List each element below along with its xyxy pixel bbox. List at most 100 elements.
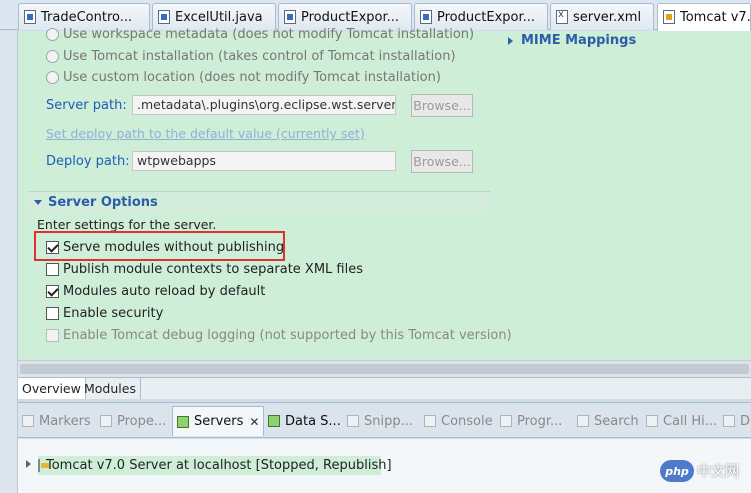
snippets-icon [347,415,359,427]
tab-label: Search [594,413,639,429]
editor-tab-label: ProductExpor... [301,9,400,25]
mime-mappings-section-header[interactable]: MIME Mappings [508,33,636,48]
deploy-path-browse-button[interactable]: Browse... [411,150,473,173]
java-file-icon [284,10,296,24]
tab-markers[interactable]: Markers [22,406,91,436]
java-file-icon [24,10,36,24]
editor-tab-server-xml[interactable]: server.xml [550,3,654,30]
collapse-arrow-icon [34,200,42,205]
horizontal-scrollbar[interactable] [18,360,751,377]
deploy-path-input[interactable]: wtpwebapps [132,151,396,171]
checkbox-label: Modules auto reload by default [63,284,266,299]
editor-tab-label: ExcelUtil.java [175,9,263,25]
deploy-path-label: Deploy path: [46,154,130,169]
java-file-icon [158,10,170,24]
tab-label: D [740,413,751,429]
editor-tab-productexport-2[interactable]: ProductExpor... [414,3,548,30]
checkbox-label: Enable Tomcat debug logging (not support… [63,328,512,343]
tab-label: Markers [39,413,91,429]
tab-servers[interactable]: Servers ✕ [172,406,265,436]
checkbox-unchecked [46,307,59,320]
editor-tab-excelutil[interactable]: ExcelUtil.java [152,3,276,30]
tab-label: Data S... [285,413,341,429]
radio-workspace-metadata[interactable]: Use workspace metadata (does not modify … [46,27,474,42]
editor-tab-label: ProductExpor... [437,9,536,25]
editor-tab-tomcat[interactable]: Tomcat v7.0 [657,3,751,31]
section-title: MIME Mappings [521,33,637,48]
tab-console[interactable]: Console [424,406,493,436]
checkbox-publish-module-contexts[interactable]: Publish module contexts to separate XML … [46,262,363,277]
editor-tab-productexport-1[interactable]: ProductExpor... [278,3,412,30]
progress-icon [500,415,512,427]
php-logo: php [660,460,694,482]
editor-tab-label: TradeContro... [41,9,133,25]
properties-icon [100,415,112,427]
servers-view: Tomcat v7.0 Server at localhost [Stopped… [18,439,751,493]
tab-label: Call Hi... [663,413,718,429]
radio-label: Use custom location (does not modify Tom… [63,70,441,85]
tomcat-icon [663,10,675,24]
checkbox-label: Enable security [63,306,164,321]
tab-modules[interactable]: Modules [80,378,141,399]
expand-arrow-icon [508,36,513,45]
tab-call-hierarchy[interactable]: Call Hi... [646,406,717,436]
radio-tomcat-installation[interactable]: Use Tomcat installation (takes control o… [46,49,456,64]
server-path-browse-button[interactable]: Browse... [411,94,473,117]
editor-tab-label: server.xml [573,9,642,25]
left-gutter [0,31,18,493]
servers-icon [177,415,189,428]
debug-icon [723,415,735,427]
watermark: php 中文网 [660,460,739,482]
call-hierarchy-icon [646,415,658,427]
checkbox-modules-auto-reload[interactable]: Modules auto reload by default [46,284,265,299]
checkbox-label: Publish module contexts to separate XML … [63,262,364,277]
editor-tab-tradecontroller[interactable]: TradeContro... [18,3,150,30]
scrollbar-thumb[interactable] [20,364,749,374]
checkbox-unchecked [46,263,59,276]
section-title: Server Options [48,195,158,210]
server-tree-item[interactable]: Tomcat v7.0 Server at localhost [Stopped… [38,456,392,475]
tab-label: Progr... [517,413,563,429]
server-options-section-header[interactable]: Server Options [28,191,490,213]
editor-tab-label: Tomcat v7.0 [680,10,751,25]
tab-overview[interactable]: Overview [18,378,86,399]
bottom-view-tabs: Markers Prope... Servers ✕ Data S... Sni… [18,402,751,438]
server-options-description: Enter settings for the server. [37,217,217,232]
close-icon[interactable]: ✕ [249,415,259,429]
radio-custom-location[interactable]: Use custom location (does not modify Tom… [46,70,441,85]
xml-file-icon [556,9,568,24]
tab-snippets[interactable]: Snipp... [347,406,413,436]
radio-button [46,71,59,84]
checkbox-checked [46,285,59,298]
server-path-input[interactable]: .metadata\.plugins\org.eclipse.wst.serve… [132,95,396,115]
tab-label: Console [441,413,493,429]
tab-data-source[interactable]: Data S... [268,406,341,436]
radio-button [46,28,59,41]
tab-label: Servers [194,414,244,429]
set-default-deploy-path-link[interactable]: Set deploy path to the default value (cu… [46,126,365,141]
radio-label: Use Tomcat installation (takes control o… [63,49,456,64]
tab-label: Prope... [117,413,167,429]
editor-page-tabs: Overview Modules [18,377,751,399]
tab-properties[interactable]: Prope... [100,406,166,436]
markers-icon [22,415,34,427]
search-icon [577,415,589,427]
radio-button [46,50,59,63]
tab-progress[interactable]: Progr... [500,406,562,436]
tab-search[interactable]: Search [577,406,639,436]
console-icon [424,415,436,427]
editor-tab-bar: TradeContro... ExcelUtil.java ProductExp… [0,0,751,31]
watermark-text: 中文网 [697,464,739,480]
tab-label: Snipp... [364,413,414,429]
java-file-icon [420,10,432,24]
data-source-icon [268,415,280,427]
highlight-box [34,231,285,261]
server-path-label: Server path: [46,98,127,113]
server-editor-overview: Use workspace metadata (does not modify … [18,27,751,378]
tomcat-server-icon [38,459,49,472]
checkbox-enable-debug-logging: Enable Tomcat debug logging (not support… [46,328,512,343]
tab-debug[interactable]: D [723,406,750,436]
expand-arrow-icon[interactable] [26,460,31,468]
checkbox-enable-security[interactable]: Enable security [46,306,163,321]
radio-label: Use workspace metadata (does not modify … [63,27,475,42]
